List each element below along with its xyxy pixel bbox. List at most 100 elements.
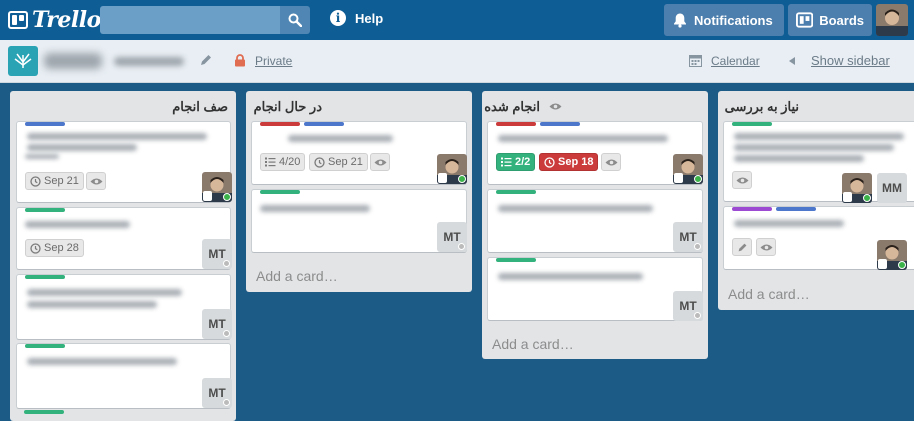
member-initials[interactable]: MT	[202, 309, 232, 339]
card-label-blue	[304, 122, 344, 126]
due-date-text: Sep 21	[44, 175, 79, 187]
card[interactable]: MT	[16, 343, 232, 409]
eye-icon	[736, 177, 748, 183]
pencil-icon[interactable]	[199, 53, 213, 67]
search-box	[100, 6, 310, 34]
member-avatar[interactable]	[673, 154, 703, 184]
list-title[interactable]: انجام شده	[484, 99, 540, 115]
add-card-link[interactable]: Add a card…	[728, 286, 810, 302]
due-date-text: Sep 28	[44, 242, 79, 254]
card-title-line2	[27, 144, 137, 151]
online-status-icon	[863, 194, 871, 202]
boards-button[interactable]: Boards	[788, 4, 872, 36]
card-title	[260, 205, 370, 212]
pencil-icon	[738, 243, 746, 251]
card-label-blue	[25, 122, 65, 126]
search-input[interactable]	[100, 6, 280, 34]
online-status-icon	[694, 175, 702, 183]
card-title-line3	[25, 154, 59, 159]
member-initials[interactable]: MT	[673, 291, 703, 321]
member-initials-text: MT	[679, 230, 697, 244]
user-avatar-image	[876, 4, 908, 36]
calendar-link[interactable]: Calendar	[711, 54, 760, 68]
bell-icon	[674, 13, 686, 28]
admin-chevron-icon	[438, 173, 447, 183]
card-label-green	[25, 208, 65, 212]
member-initials-text: MT	[208, 317, 226, 331]
card-title	[498, 135, 668, 142]
admin-chevron-icon	[843, 192, 852, 202]
member-initials[interactable]: MT	[202, 378, 232, 408]
card[interactable]	[723, 206, 914, 270]
notifications-label: Notifications	[694, 12, 773, 28]
user-avatar[interactable]	[876, 4, 908, 36]
card-label-green	[24, 410, 64, 414]
card-title	[288, 135, 393, 142]
boards-label: Boards	[819, 12, 864, 28]
card-title-line3	[734, 155, 864, 162]
description-badge	[732, 238, 752, 256]
member-initials[interactable]: MT	[437, 222, 467, 252]
due-date-badge: Sep 28	[25, 239, 84, 257]
online-status-icon	[223, 193, 231, 201]
watch-badge	[732, 171, 752, 189]
notifications-button[interactable]: Notifications	[664, 4, 784, 36]
search-icon	[288, 13, 302, 27]
checklist-complete-badge: 2/2	[496, 153, 536, 171]
chevron-left-icon	[789, 57, 795, 65]
card[interactable]: Sep 21	[16, 121, 232, 203]
card[interactable]: MM	[723, 121, 914, 203]
card-label-red	[496, 122, 536, 126]
visibility-link[interactable]: Private	[255, 54, 292, 68]
member-avatar[interactable]	[202, 172, 232, 202]
board-title[interactable]	[44, 53, 102, 69]
list-title[interactable]: نیاز به بررسی	[725, 99, 799, 115]
status-dot-icon	[223, 260, 230, 267]
card-title	[27, 133, 207, 140]
card[interactable]: MT	[16, 274, 232, 340]
member-initials[interactable]: MT	[673, 222, 703, 252]
list-title[interactable]: در حال انجام	[254, 99, 322, 115]
boards-icon	[796, 12, 814, 28]
add-card-link[interactable]: Add a card…	[256, 268, 338, 284]
member-avatar[interactable]	[842, 173, 872, 203]
card-title	[27, 289, 182, 296]
board-icon	[8, 46, 38, 76]
card-title-line2	[734, 144, 894, 151]
admin-chevron-icon	[878, 259, 887, 269]
card[interactable]: MT	[251, 189, 467, 253]
card-label-blue	[776, 207, 816, 211]
card[interactable]: 4/20 Sep 21	[251, 121, 467, 185]
status-dot-icon	[694, 312, 701, 319]
add-card-link[interactable]: Add a card…	[492, 336, 574, 352]
card[interactable]: Sep 28 MT	[16, 207, 232, 270]
member-initials[interactable]: MT	[202, 239, 232, 269]
trello-logo[interactable]: Trello	[8, 7, 101, 33]
card[interactable]: MT	[487, 257, 703, 321]
card-title-line2	[27, 301, 157, 308]
card-label-green	[25, 344, 65, 348]
watch-badge	[601, 153, 621, 171]
show-sidebar-link[interactable]: Show sidebar	[811, 53, 890, 68]
card-title	[25, 221, 130, 228]
status-dot-icon	[694, 243, 701, 250]
logo-text: Trello	[32, 7, 101, 33]
member-initials-text: MT	[679, 299, 697, 313]
card-title	[498, 205, 653, 212]
card[interactable]: 2/2 Sep 18	[487, 121, 703, 185]
search-button[interactable]	[280, 6, 310, 34]
member-avatar[interactable]	[877, 240, 907, 270]
card-label-green	[260, 190, 300, 194]
lock-icon	[235, 54, 245, 67]
list-title[interactable]: صف انجام	[172, 99, 228, 115]
member-initials[interactable]: MM	[877, 173, 907, 203]
member-avatar[interactable]	[437, 154, 467, 184]
eye-icon	[760, 244, 772, 250]
admin-chevron-icon	[674, 173, 683, 183]
help-link[interactable]: i Help	[330, 10, 383, 26]
status-dot-icon	[458, 243, 465, 250]
card[interactable]: MT	[487, 189, 703, 253]
card-label-green	[496, 258, 536, 262]
due-date-badge: Sep 21	[309, 153, 368, 171]
online-status-icon	[458, 175, 466, 183]
